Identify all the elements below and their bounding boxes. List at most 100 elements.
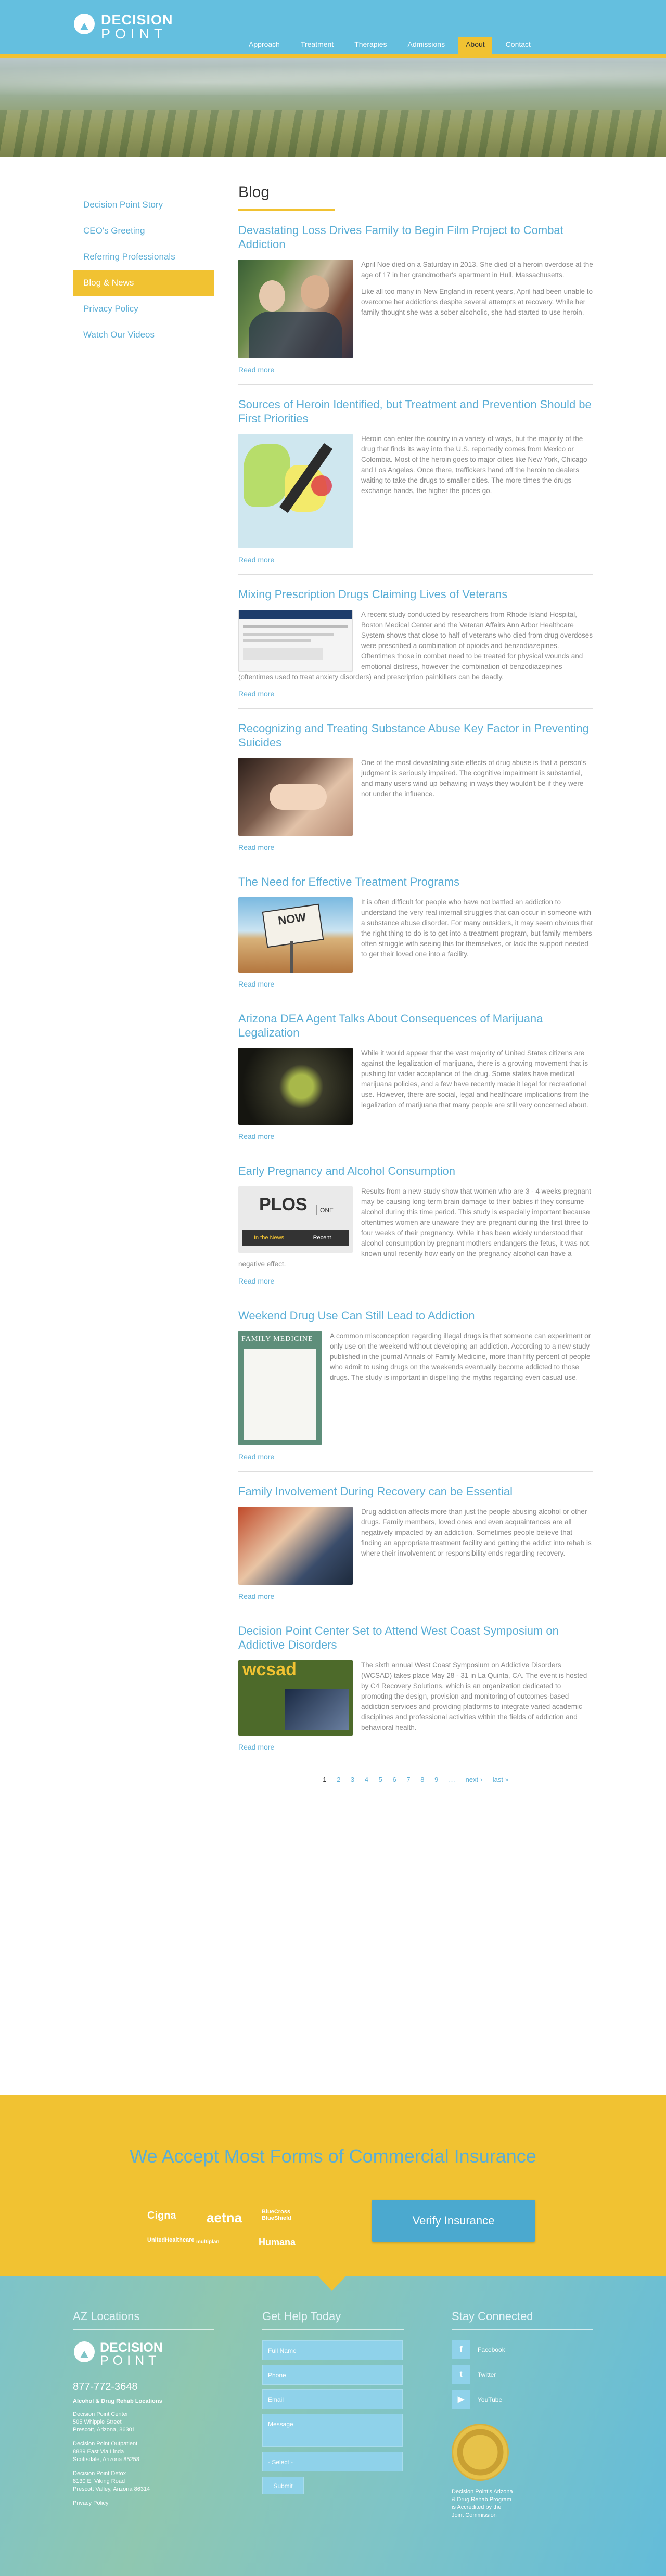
read-more-link[interactable]: Read more (238, 1592, 593, 1600)
sidebar-item-blog[interactable]: Blog & News (73, 270, 214, 296)
page-2[interactable]: 2 (337, 1776, 340, 1783)
footer-phone[interactable]: 877-772-3648 (73, 2381, 214, 2393)
blog-post: Weekend Drug Use Can Still Lead to Addic… (238, 1309, 593, 1472)
read-more-link[interactable]: Read more (238, 366, 593, 374)
twitter-icon: t (452, 2365, 470, 2384)
post-thumbnail[interactable] (238, 758, 353, 836)
sidebar-item-referring[interactable]: Referring Professionals (73, 244, 214, 270)
sidebar-item-privacy[interactable]: Privacy Policy (73, 296, 214, 322)
post-title-link[interactable]: Devastating Loss Drives Family to Begin … (238, 224, 563, 251)
select-dropdown[interactable]: - Select - (262, 2452, 403, 2471)
post-title-link[interactable]: Family Involvement During Recovery can b… (238, 1485, 513, 1498)
post-thumbnail[interactable]: FAMILY MEDICINE (238, 1331, 322, 1445)
read-more-link[interactable]: Read more (238, 843, 593, 851)
read-more-link[interactable]: Read more (238, 555, 593, 564)
youtube-link[interactable]: ▶ YouTube (452, 2390, 593, 2409)
page-1[interactable]: 1 (323, 1776, 326, 1783)
multiplan-logo: multiplan (196, 2239, 220, 2245)
post-title-link[interactable]: The Need for Effective Treatment Program… (238, 875, 459, 888)
post-thumbnail[interactable] (238, 610, 353, 672)
nav-approach[interactable]: Approach (241, 37, 287, 51)
post-title-link[interactable]: Recognizing and Treating Substance Abuse… (238, 722, 589, 749)
post-title-link[interactable]: Arizona DEA Agent Talks About Consequenc… (238, 1012, 543, 1039)
post-title-link[interactable]: Early Pregnancy and Alcohol Consumption (238, 1164, 455, 1177)
pagination: 1 2 3 4 5 6 7 8 9 … next › last » (238, 1776, 593, 1783)
main-content: Blog Devastating Loss Drives Family to B… (238, 184, 593, 1783)
page-3[interactable]: 3 (351, 1776, 354, 1783)
post-title-link[interactable]: Sources of Heroin Identified, but Treatm… (238, 398, 592, 425)
logo[interactable]: DECISION POINT (73, 11, 173, 43)
main-nav: Approach Treatment Therapies Admissions … (241, 37, 544, 58)
read-more-link[interactable]: Read more (238, 1132, 593, 1141)
facebook-link[interactable]: f Facebook (452, 2340, 593, 2359)
logo-text-line1: DECISION (101, 12, 173, 28)
plos-logo: PLOS (259, 1195, 308, 1214)
twitter-link[interactable]: t Twitter (452, 2365, 593, 2384)
page-4[interactable]: 4 (365, 1776, 368, 1783)
page-title: Blog (238, 184, 335, 211)
post-thumbnail[interactable] (238, 434, 353, 548)
footer-logo[interactable]: DECISION POINT (73, 2340, 214, 2368)
read-more-link[interactable]: Read more (238, 690, 593, 698)
plos-tab-news: In the News (253, 1235, 285, 1241)
post-title-link[interactable]: Mixing Prescription Drugs Claiming Lives… (238, 588, 507, 601)
post-thumbnail[interactable] (238, 1507, 353, 1585)
page-7[interactable]: 7 (406, 1776, 410, 1783)
blog-post: Early Pregnancy and Alcohol Consumption … (238, 1164, 593, 1296)
post-thumbnail[interactable]: wcsad (238, 1660, 353, 1736)
read-more-link[interactable]: Read more (238, 1743, 593, 1751)
location-street: 8130 E. Viking Road (73, 2478, 125, 2484)
submit-button[interactable]: Submit (262, 2477, 304, 2494)
phone-field[interactable]: Phone (262, 2365, 403, 2385)
page-9[interactable]: 9 (434, 1776, 438, 1783)
plos-tab-recent: Recent (313, 1235, 331, 1241)
footer-privacy-link[interactable]: Privacy Policy (73, 2500, 214, 2507)
page-6[interactable]: 6 (393, 1776, 396, 1783)
sidebar: Decision Point Story CEO's Greeting Refe… (73, 192, 214, 348)
youtube-label: YouTube (478, 2396, 503, 2403)
hero-banner-image (0, 58, 666, 157)
read-more-link[interactable]: Read more (238, 980, 593, 988)
page-8[interactable]: 8 (420, 1776, 424, 1783)
logo-mark-icon (73, 2340, 96, 2368)
location-city: Prescott, Arizona, 86301 (73, 2427, 135, 2433)
footer-contact-form: Get Help Today Full Name Phone Email Mes… (262, 2310, 404, 2494)
cigna-logo: Cigna (147, 2210, 176, 2221)
sidebar-item-videos[interactable]: Watch Our Videos (73, 322, 214, 348)
post-thumbnail[interactable] (238, 260, 353, 358)
nav-contact[interactable]: Contact (498, 37, 538, 51)
post-thumbnail[interactable] (238, 1048, 353, 1125)
page-5[interactable]: 5 (379, 1776, 382, 1783)
page-next[interactable]: next › (466, 1776, 483, 1783)
site-header: DECISION POINT Approach Treatment Therap… (0, 0, 666, 58)
blog-post: Recognizing and Treating Substance Abuse… (238, 721, 593, 862)
post-thumbnail[interactable]: NOW (238, 897, 353, 973)
aetna-logo: aetna (207, 2210, 242, 2225)
post-thumbnail[interactable]: PLOS ONE In the News Recent (238, 1186, 353, 1253)
sidebar-item-ceo-greeting[interactable]: CEO's Greeting (73, 218, 214, 244)
read-more-link[interactable]: Read more (238, 1277, 593, 1285)
full-name-field[interactable]: Full Name (262, 2340, 403, 2360)
blog-post: Devastating Loss Drives Family to Begin … (238, 223, 593, 385)
sidebar-item-story[interactable]: Decision Point Story (73, 192, 214, 218)
nav-about[interactable]: About (458, 37, 492, 58)
page-last[interactable]: last » (493, 1776, 509, 1783)
footer-help-title: Get Help Today (262, 2310, 404, 2330)
email-field[interactable]: Email (262, 2389, 403, 2409)
youtube-icon: ▶ (452, 2390, 470, 2409)
post-title-link[interactable]: Decision Point Center Set to Attend West… (238, 1624, 559, 1651)
post-title-link[interactable]: Weekend Drug Use Can Still Lead to Addic… (238, 1309, 475, 1322)
location-name: Decision Point Center (73, 2411, 129, 2417)
nav-therapies[interactable]: Therapies (347, 37, 394, 51)
read-more-link[interactable]: Read more (238, 1453, 593, 1461)
site-footer: AZ Locations DECISION POINT 877-772-3648… (0, 2276, 666, 2576)
logo-mark-icon (73, 11, 96, 43)
nav-treatment[interactable]: Treatment (293, 37, 341, 51)
unitedhealthcare-logo: UnitedHealthcare (147, 2237, 195, 2243)
message-field[interactable]: Message (262, 2414, 403, 2447)
verify-insurance-button[interactable]: Verify Insurance (372, 2200, 535, 2242)
blog-post: Sources of Heroin Identified, but Treatm… (238, 397, 593, 575)
location-street: 8889 East Via Linda (73, 2449, 124, 2455)
nav-admissions[interactable]: Admissions (400, 37, 452, 51)
footer-logo-line1: DECISION (100, 2340, 163, 2355)
